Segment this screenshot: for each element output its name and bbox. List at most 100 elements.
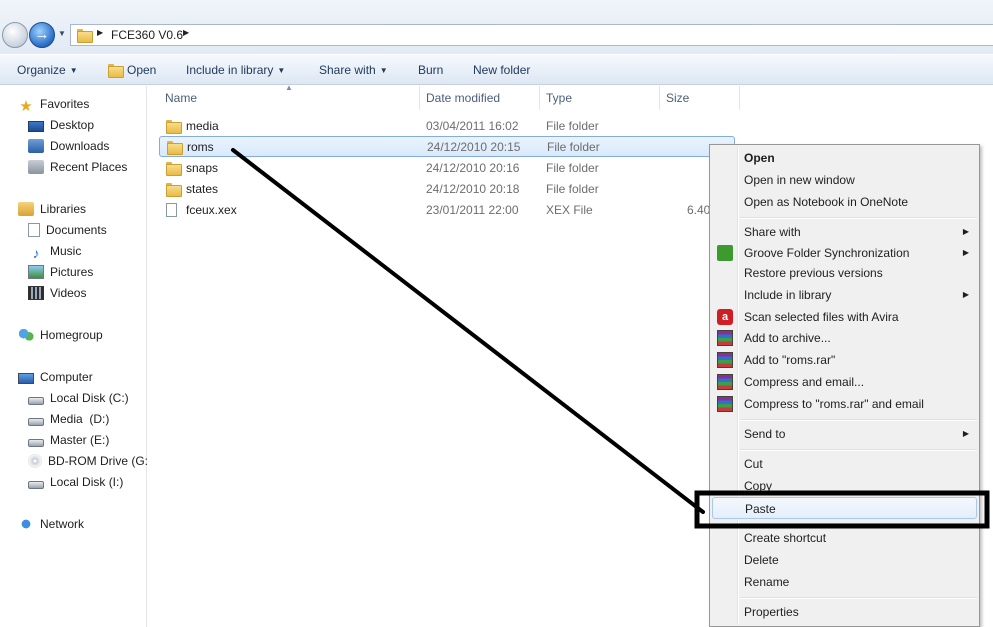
include-in-library-button[interactable]: Include in library ▼ — [186, 63, 285, 77]
nav-label: Computer — [40, 370, 93, 384]
nav-computer[interactable]: Computer — [18, 368, 93, 386]
nav-libraries[interactable]: Libraries — [18, 200, 86, 218]
menu-label: Share with — [744, 225, 801, 239]
nav-label: Videos — [50, 286, 87, 300]
address-field[interactable]: ▶ FCE360 V0.6 ▶ — [70, 24, 993, 46]
menu-label: Groove Folder Synchronization — [744, 246, 910, 260]
pictures-icon — [28, 265, 44, 279]
file-date: 03/04/2011 16:02 — [426, 119, 519, 133]
menu-item-create-shortcut[interactable]: Create shortcut — [712, 527, 977, 549]
nav-videos[interactable]: Videos — [28, 284, 86, 302]
menu-item-paste[interactable]: Paste — [712, 497, 977, 519]
file-row[interactable]: media 03/04/2011 16:02 File folder — [159, 116, 735, 137]
film-strip-icon — [28, 286, 44, 300]
nav-disk-e[interactable]: Master (E:) — [28, 431, 109, 449]
forward-button[interactable]: → — [29, 22, 55, 48]
open-label: Open — [127, 63, 157, 77]
menu-item-groove-sync[interactable]: Groove Folder Synchronization ▶ — [712, 242, 977, 264]
nav-network[interactable]: Network — [18, 515, 84, 533]
new-folder-button[interactable]: New folder — [473, 63, 530, 77]
nav-label: Desktop — [50, 118, 95, 132]
nav-disk-d[interactable]: Media (D:) — [28, 410, 109, 428]
breadcrumb-chevron-icon[interactable]: ▶ — [183, 28, 189, 37]
nav-music[interactable]: ♪ Music — [28, 242, 82, 261]
menu-item-cut[interactable]: Cut — [712, 453, 977, 475]
file-type: File folder — [547, 140, 600, 154]
breadcrumb-current-folder[interactable]: FCE360 V0.6 — [111, 28, 183, 42]
nav-documents[interactable]: Documents — [28, 221, 107, 239]
nav-pictures[interactable]: Pictures — [28, 263, 93, 281]
nav-label: Music — [50, 244, 82, 258]
menu-separator — [740, 523, 977, 525]
command-bar: Organize ▼ Open Include in library ▼ Share… — [0, 54, 993, 85]
menu-item-open-onenote[interactable]: Open as Notebook in OneNote — [712, 191, 977, 213]
hard-disk-icon — [28, 439, 44, 447]
menu-separator — [740, 419, 977, 421]
file-row[interactable]: states 24/12/2010 20:18 File folder — [159, 179, 735, 200]
chevron-down-icon: ▼ — [69, 66, 78, 75]
nav-label: Documents — [46, 223, 107, 237]
open-button[interactable]: Open — [108, 63, 157, 78]
navigation-pane: ★ Favorites Desktop Downloads Recent Plac… — [0, 86, 148, 627]
menu-item-open[interactable]: Open — [712, 147, 977, 169]
nav-homegroup[interactable]: Homegroup — [18, 326, 103, 344]
file-date: 23/01/2011 22:00 — [426, 203, 519, 217]
menu-label: Open — [744, 151, 775, 165]
menu-item-share-with[interactable]: Share with ▶ — [712, 221, 977, 243]
nav-label: Downloads — [50, 139, 110, 153]
winrar-icon — [717, 374, 733, 390]
nav-label: Libraries — [40, 202, 87, 216]
column-header-date-modified[interactable]: Date modified — [420, 86, 540, 110]
menu-item-open-new-window[interactable]: Open in new window — [712, 169, 977, 191]
share-with-button[interactable]: Share with ▼ — [319, 63, 388, 77]
nav-disk-c[interactable]: Local Disk (C:) — [28, 389, 129, 407]
menu-item-properties[interactable]: Properties — [712, 601, 977, 623]
file-row[interactable]: snaps 24/12/2010 20:16 File folder — [159, 158, 735, 179]
back-button[interactable]: ← — [2, 22, 28, 48]
column-header-size[interactable]: Size — [660, 86, 740, 110]
nav-label: Network — [40, 517, 85, 531]
menu-item-delete[interactable]: Delete — [712, 549, 977, 571]
menu-item-restore-previous[interactable]: Restore previous versions — [712, 262, 977, 284]
breadcrumb-chevron-icon[interactable]: ▶ — [97, 28, 103, 37]
file-name: snaps — [186, 161, 219, 175]
menu-label: Scan selected files with Avira — [744, 310, 899, 324]
menu-item-include-in-library[interactable]: Include in library ▶ — [712, 284, 977, 306]
nav-bd-rom[interactable]: BD-ROM Drive (G: — [28, 452, 148, 470]
back-arrow-icon: ← — [7, 26, 23, 43]
nav-label: BD-ROM Drive (G: — [48, 454, 148, 468]
menu-item-send-to[interactable]: Send to ▶ — [712, 423, 977, 445]
file-name: roms — [187, 140, 214, 154]
documents-icon — [28, 223, 40, 237]
nav-label: Homegroup — [40, 328, 103, 342]
music-note-icon: ♪ — [32, 245, 40, 261]
menu-item-scan-avira[interactable]: a Scan selected files with Avira — [712, 306, 977, 328]
organize-button[interactable]: Organize ▼ — [17, 63, 78, 77]
menu-item-rename[interactable]: Rename — [712, 571, 977, 593]
menu-item-compress-email[interactable]: Compress and email... — [712, 371, 977, 393]
nav-disk-i[interactable]: Local Disk (I:) — [28, 473, 123, 491]
menu-label: Compress to "roms.rar" and email — [744, 397, 924, 411]
file-row[interactable]: fceux.xex 23/01/2011 22:00 XEX File 6.40 — [159, 200, 735, 221]
burn-button[interactable]: Burn — [418, 63, 443, 77]
recent-pages-dropdown[interactable]: ▼ — [58, 27, 68, 41]
menu-item-compress-roms-email[interactable]: Compress to "roms.rar" and email — [712, 393, 977, 415]
menu-label: Rename — [744, 575, 790, 589]
nav-desktop[interactable]: Desktop — [28, 116, 94, 134]
nav-recent-places[interactable]: Recent Places — [28, 158, 127, 176]
avira-icon: a — [717, 309, 733, 325]
menu-label: Delete — [744, 553, 779, 567]
menu-item-add-to-roms-rar[interactable]: Add to "roms.rar" — [712, 349, 977, 371]
menu-item-add-to-archive[interactable]: Add to archive... — [712, 327, 977, 349]
groove-icon — [717, 245, 733, 261]
menu-label: Open as Notebook in OneNote — [744, 195, 909, 209]
nav-favorites[interactable]: ★ Favorites — [18, 95, 89, 114]
column-header-type[interactable]: Type — [540, 86, 660, 110]
column-header-name[interactable]: Name — [159, 86, 420, 110]
file-date: 24/12/2010 20:15 — [427, 140, 521, 154]
nav-label: Local Disk (C:) — [50, 391, 129, 405]
file-name: media — [186, 119, 219, 133]
file-row-selected[interactable]: roms 24/12/2010 20:15 File folder — [159, 136, 735, 157]
nav-downloads[interactable]: Downloads — [28, 137, 109, 155]
file-date: 24/12/2010 20:18 — [426, 182, 520, 196]
